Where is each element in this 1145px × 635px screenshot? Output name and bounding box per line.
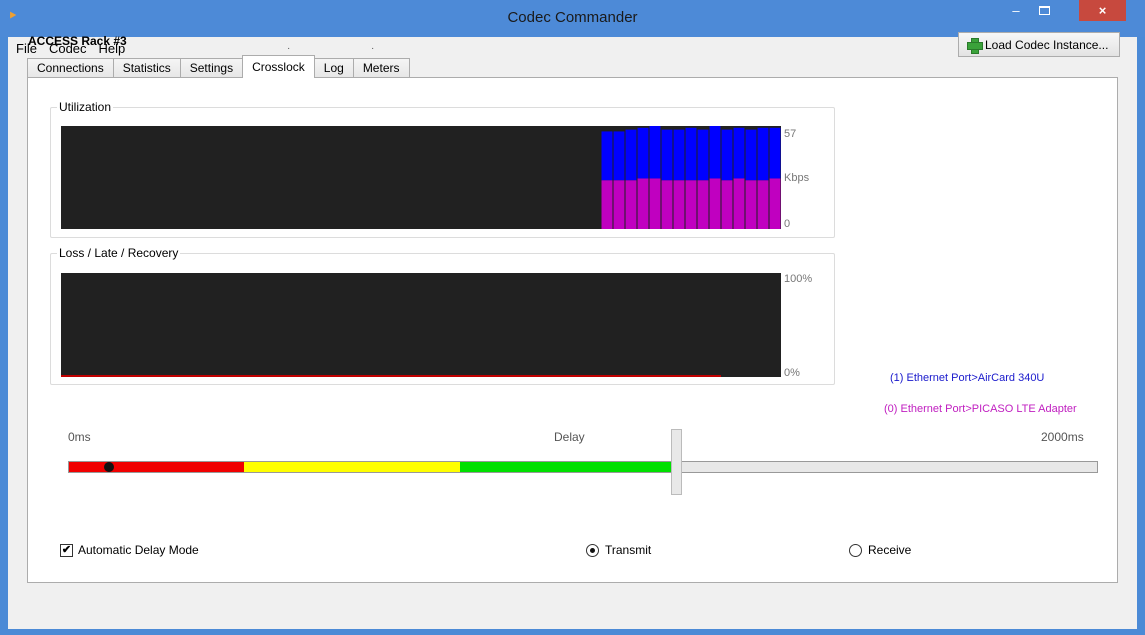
tab-meters[interactable]: Meters [352, 58, 410, 78]
maximize-button[interactable] [1030, 0, 1058, 21]
utilization-bar-series1 [733, 127, 745, 179]
utilization-bar-series1 [757, 127, 769, 181]
maximize-icon [1038, 6, 1050, 15]
delay-segment-yellow [244, 462, 460, 472]
utilization-bar-series0 [661, 180, 673, 229]
utilization-bar-series1 [625, 129, 637, 181]
utilization-bar-series0 [625, 180, 637, 229]
utilization-bar-series0 [601, 180, 613, 229]
crosslock-panel: Utilization 57 Kbps 0 Loss / Late / Reco… [27, 77, 1118, 583]
plus-icon [967, 37, 983, 54]
utilization-bar-series1 [601, 131, 613, 181]
utilization-bar-series0 [733, 178, 745, 229]
delay-min-label: 0ms [68, 430, 91, 444]
utilization-bar-series0 [649, 178, 661, 229]
utilization-bar-series0 [709, 178, 721, 229]
utilization-bar-series0 [721, 180, 733, 229]
utilization-chart [61, 126, 781, 229]
legend-series-1: (1) Ethernet Port>AirCard 340U [890, 372, 1045, 384]
minimize-button[interactable]: – [1002, 0, 1030, 21]
utilization-bar-series1 [649, 126, 661, 179]
loss-title: Loss / Late / Recovery [57, 246, 181, 260]
delay-segment-red [69, 462, 244, 472]
utilization-bar-series1 [745, 129, 757, 181]
checkbox-icon: ✔ [60, 543, 73, 557]
tab-settings[interactable]: Settings [179, 58, 244, 78]
tab-crosslock[interactable]: Crosslock [242, 55, 315, 78]
automatic-delay-mode-label: Automatic Delay Mode [78, 543, 199, 557]
transmit-radio[interactable]: Transmit [586, 543, 651, 557]
automatic-delay-mode-checkbox[interactable]: ✔ Automatic Delay Mode [60, 543, 199, 557]
delay-slider-handle[interactable] [670, 429, 682, 495]
rack-title: ACCESS Rack #3 [28, 34, 127, 48]
transmit-label: Transmit [605, 543, 652, 557]
loss-axis-max: 100% [784, 273, 813, 285]
loss-chart [61, 273, 781, 377]
load-codec-instance-button[interactable]: Load Codec Instance... [958, 32, 1120, 57]
delay-segment-green [460, 462, 675, 472]
utilization-bar-series0 [769, 178, 781, 229]
utilization-bar-series1 [769, 127, 781, 179]
receive-radio[interactable]: Receive [849, 543, 911, 557]
separator-dot: · [371, 43, 375, 54]
utilization-bar-series0 [757, 180, 769, 229]
utilization-bar-series1 [685, 127, 697, 181]
loss-axis-min: 0% [784, 367, 800, 379]
utilization-bar-series0 [685, 180, 697, 229]
utilization-bar-series0 [745, 180, 757, 229]
separator-dot: · [287, 43, 291, 54]
utilization-bar-series1 [661, 129, 673, 181]
utilization-axis-unit: Kbps [784, 172, 810, 184]
utilization-group: Utilization 57 Kbps 0 [50, 100, 835, 238]
utilization-axis-max: 57 [784, 128, 797, 140]
utilization-bar-series0 [697, 180, 709, 229]
tab-log[interactable]: Log [313, 58, 354, 78]
utilization-axis-min: 0 [784, 218, 791, 230]
utilization-bar-series1 [613, 131, 625, 181]
radio-unselected-icon [849, 543, 862, 557]
legend-series-0: (0) Ethernet Port>PICASO LTE Adapter [884, 403, 1077, 415]
receive-label: Receive [868, 543, 912, 557]
utilization-bar-series1 [721, 129, 733, 181]
utilization-bar-series1 [697, 129, 709, 181]
load-codec-instance-label: Load Codec Instance... [985, 37, 1109, 52]
tab-statistics[interactable]: Statistics [112, 58, 181, 78]
utilization-bar-series0 [613, 180, 625, 229]
close-button[interactable]: × [1079, 0, 1126, 21]
delay-max-label: 2000ms [1041, 430, 1084, 444]
utilization-bar-series1 [709, 126, 721, 179]
tab-bar: Connections Statistics Settings Crossloc… [27, 55, 410, 78]
utilization-bar-series1 [673, 129, 685, 181]
loss-group: Loss / Late / Recovery 100% 0% [50, 246, 835, 385]
radio-selected-icon [586, 543, 599, 557]
utilization-bar-series1 [637, 127, 649, 179]
delay-bar [68, 461, 1098, 473]
delay-label: Delay [554, 430, 585, 444]
window-title: Codec Commander [507, 9, 638, 26]
utilization-bar-series0 [673, 180, 685, 229]
utilization-bar-series0 [637, 178, 649, 229]
tab-connections[interactable]: Connections [27, 58, 114, 78]
utilization-title: Utilization [57, 100, 114, 114]
